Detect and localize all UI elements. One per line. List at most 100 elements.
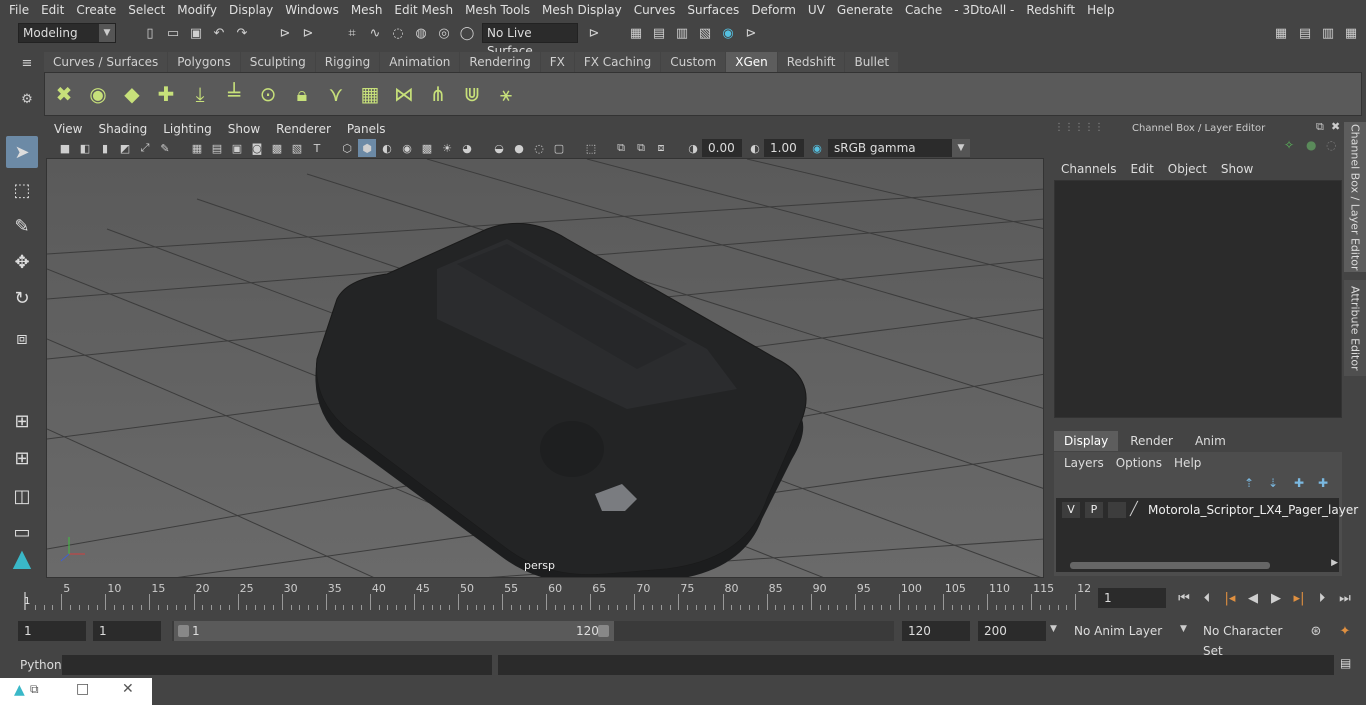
wireframe-icon[interactable]: ⬡ (338, 139, 356, 157)
range-slider-bar[interactable]: 1 120 (174, 621, 614, 641)
save-scene-icon[interactable]: ▣ (187, 24, 205, 42)
shelf-tab-rigging[interactable]: Rigging (315, 52, 380, 72)
speed-icon[interactable]: ● (1306, 138, 1316, 152)
wireframe-on-shaded-icon[interactable]: ◐ (378, 139, 396, 157)
textured-icon[interactable]: ◉ (398, 139, 416, 157)
menu-edit[interactable]: Edit (35, 0, 70, 20)
manipulator-icon[interactable]: ✧ (1284, 138, 1294, 152)
channel-box-toggle-icon[interactable]: ▦ (1342, 24, 1360, 42)
step-back-frame-icon[interactable]: ⏴ (1198, 589, 1216, 607)
rotate-tool-icon[interactable]: ↻ (6, 282, 38, 314)
colorspace-dropdown[interactable]: sRGB gamma ▼ (828, 139, 970, 157)
step-back-key-icon[interactable]: |◂ (1221, 589, 1239, 607)
play-backwards-icon[interactable]: ◀ (1244, 589, 1262, 607)
layer-menu-layers[interactable]: Layers (1058, 454, 1110, 472)
live-surface-field[interactable]: No Live Surface (482, 23, 578, 58)
hierarchy-mask-icon[interactable]: ⊳ (299, 24, 317, 42)
current-frame-field[interactable]: 1 (1098, 588, 1166, 608)
camera-attributes-icon[interactable]: ◧ (76, 139, 94, 157)
snap-surface-icon[interactable]: ◎ (435, 24, 453, 42)
layout-four-icon[interactable]: ⊞ (6, 442, 38, 474)
xray-joints-icon[interactable]: ⧉ (612, 139, 630, 157)
menu-generate[interactable]: Generate (831, 0, 899, 20)
xgen-sculpt-icon[interactable]: ⋔ (423, 79, 453, 109)
bookmark-icon[interactable]: ▮ (96, 139, 114, 157)
menu-help[interactable]: Help (1081, 0, 1120, 20)
motion-blur-icon[interactable]: ◒ (490, 139, 508, 157)
xgen-lock-guide-icon[interactable]: 🔒︎ (287, 79, 317, 109)
gamma-icon[interactable]: ◐ (746, 139, 764, 157)
snap-point-icon[interactable]: ◌ (389, 24, 407, 42)
layer-color-icon[interactable]: ╱ (1130, 502, 1144, 518)
xgen-add-guides-icon[interactable]: ✚ (151, 79, 181, 109)
hyper-icon[interactable]: ◌ (1326, 138, 1336, 152)
snap-view-icon[interactable]: ◍ (412, 24, 430, 42)
shelf-tab-rendering[interactable]: Rendering (460, 52, 540, 72)
mode-selector[interactable]: Modeling ▼ (18, 23, 116, 43)
select-tool-icon[interactable]: ➤ (6, 136, 38, 168)
xgen-fx-icon[interactable]: ⚹ (491, 79, 521, 109)
screen-ambient-occlusion-icon[interactable]: ◕ (458, 139, 476, 157)
undo-icon[interactable]: ↶ (210, 24, 228, 42)
resolution-gate-icon[interactable]: ▣ (228, 139, 246, 157)
xray-icon[interactable]: ▢ (550, 139, 568, 157)
xgen-grid-icon[interactable]: ▦ (355, 79, 385, 109)
layer-display-type-toggle[interactable] (1108, 502, 1126, 518)
smooth-shade-icon[interactable]: ⬢ (358, 139, 376, 157)
menu-mesh[interactable]: Mesh (345, 0, 389, 20)
shadows-icon[interactable]: ☀ (438, 139, 456, 157)
menu-select[interactable]: Select (122, 0, 171, 20)
input-ops-icon[interactable]: ⊳ (585, 24, 603, 42)
snap-curve-icon[interactable]: ∿ (366, 24, 384, 42)
chevron-down-icon[interactable]: ▼ (1050, 624, 1057, 634)
move-layer-down-icon[interactable]: ⇣ (1268, 476, 1278, 490)
xgen-visibility-icon[interactable]: ◉ (83, 79, 113, 109)
menu-cache[interactable]: Cache (899, 0, 948, 20)
2d-pan-zoom-icon[interactable]: ⤢ (136, 139, 154, 157)
safe-title-icon[interactable]: T (308, 139, 326, 157)
color-management-icon[interactable]: ◉ (808, 139, 826, 157)
xgen-bend-icon[interactable]: ⋈ (389, 79, 419, 109)
playback-start-field[interactable]: 1 (93, 621, 161, 641)
xgen-cut-icon[interactable]: ⋓ (457, 79, 487, 109)
layer-tab-render[interactable]: Render (1120, 431, 1183, 451)
play-forwards-icon[interactable]: ▶ (1267, 589, 1285, 607)
menu-3dtoall[interactable]: - 3DtoAll - (948, 0, 1020, 20)
viewport-menu-show[interactable]: Show (220, 120, 268, 138)
range-handle-start[interactable] (178, 625, 189, 637)
menu-uv[interactable]: UV (802, 0, 831, 20)
open-scene-icon[interactable]: ▭ (164, 24, 182, 42)
shelf-tab-bullet[interactable]: Bullet (845, 52, 899, 72)
go-to-start-icon[interactable]: ⏮ (1175, 589, 1193, 607)
auto-key-icon[interactable]: ⊛ (1307, 622, 1325, 640)
xgen-add-guide-icon[interactable]: ╧ (219, 79, 249, 109)
use-all-lights-icon[interactable]: ▩ (418, 139, 436, 157)
shelf-tab-xgen[interactable]: XGen (726, 52, 777, 72)
xgen-comb-icon[interactable]: ⋎ (321, 79, 351, 109)
scene-end-field[interactable]: 200 (978, 621, 1046, 641)
chevron-down-icon[interactable]: ▼ (1180, 624, 1187, 634)
layer-playback-toggle[interactable]: P (1085, 502, 1103, 518)
workspace-icon[interactable]: ▦ (1272, 24, 1290, 42)
render-sidebar-icon[interactable]: ⊳ (742, 24, 760, 42)
shelf-tab-animation[interactable]: Animation (380, 52, 460, 72)
layout-split-icon[interactable]: ◫ (6, 480, 38, 512)
layer-list-scrollbar[interactable]: ▶ (1060, 558, 1338, 570)
tab-attribute-editor[interactable]: Attribute Editor (1344, 280, 1366, 376)
layer-menu-help[interactable]: Help (1168, 454, 1207, 472)
modeling-toolkit-icon[interactable]: ▤ (1296, 24, 1314, 42)
menu-deform[interactable]: Deform (745, 0, 802, 20)
layer-tab-display[interactable]: Display (1054, 431, 1119, 451)
command-language-label[interactable]: Python (20, 658, 62, 672)
layer-menu-options[interactable]: Options (1110, 454, 1168, 472)
menu-file[interactable]: File (0, 0, 35, 20)
depth-of-field-icon[interactable]: ◌ (530, 139, 548, 157)
menu-windows[interactable]: Windows (279, 0, 345, 20)
scale-tool-icon[interactable]: ⧈ (6, 322, 38, 354)
xray-active-icon[interactable]: ⧉ (632, 139, 650, 157)
menu-modify[interactable]: Modify (171, 0, 223, 20)
viewport-menu-shading[interactable]: Shading (90, 120, 155, 138)
step-forward-frame-icon[interactable]: ⏵ (1313, 589, 1331, 607)
float-panel-icon[interactable]: ⧉ (1316, 120, 1324, 134)
camera-select-icon[interactable]: ■ (56, 139, 74, 157)
